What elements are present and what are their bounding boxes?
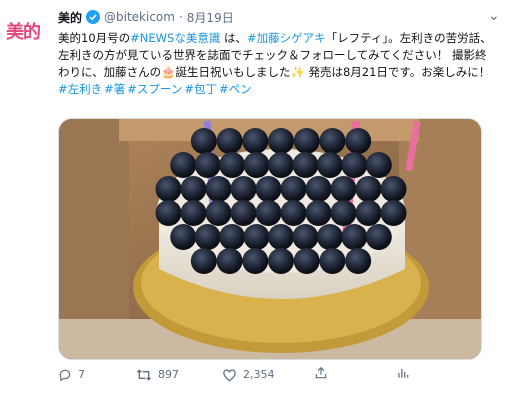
hashtag-link[interactable]: #加藤シゲアキ	[247, 31, 326, 45]
blueberry-shape	[280, 176, 307, 202]
blueberry-shape	[345, 248, 372, 274]
blueberry-shape	[293, 128, 320, 154]
blueberry-shape	[170, 224, 197, 250]
hashtag-link[interactable]: #スプーン	[127, 82, 182, 96]
blueberry-shape	[268, 152, 294, 178]
blueberry-shape	[242, 128, 269, 154]
blueberry-shape	[216, 128, 243, 154]
blueberry-shape	[242, 248, 269, 274]
tweet-text-segment: 美的10月号の	[58, 31, 131, 45]
blueberry-shape	[380, 176, 407, 202]
blueberry-shape	[255, 200, 282, 226]
blueberry-shape	[180, 200, 207, 226]
blueberry-shape	[330, 200, 357, 226]
blueberry-shape	[194, 224, 221, 250]
blueberry-shape	[190, 128, 217, 154]
blueberry-shape	[155, 200, 182, 226]
blueberry-shape	[190, 248, 217, 274]
blueberry-shape	[230, 176, 257, 202]
reply-icon	[59, 369, 71, 382]
tweet-actions: 7 897 2,354	[58, 366, 494, 384]
blueberry-shape	[268, 128, 294, 154]
like-icon	[223, 369, 236, 382]
blueberry-shape	[170, 152, 197, 178]
hashtag-link[interactable]: #ペン	[219, 82, 252, 96]
hashtag-list: #左利き #箸 #スプーン #包丁 #ペン	[58, 81, 494, 98]
retweet-button[interactable]: 897	[136, 366, 179, 384]
left-rail: 美的	[0, 0, 52, 400]
hashtag-link[interactable]: #箸	[104, 82, 125, 96]
tweet-header: 美的 @bitekicom · 8月19日	[58, 8, 494, 26]
blueberry-shape	[316, 152, 343, 178]
reply-count: 7	[78, 368, 85, 381]
retweet-icon	[136, 369, 152, 381]
blueberry-shape	[380, 200, 407, 226]
blueberry-shape	[319, 128, 346, 154]
like-button[interactable]: 2,354	[222, 366, 275, 384]
tweet-photo[interactable]	[58, 118, 482, 360]
handle[interactable]: @bitekicom	[104, 10, 175, 24]
hashtag-link[interactable]: #包丁	[184, 82, 217, 96]
blueberry-shape	[292, 224, 319, 250]
blueberry-shape	[180, 176, 207, 202]
blueberry-shape	[230, 200, 257, 226]
tweet-date[interactable]: 8月19日	[187, 9, 234, 26]
blueberry-shape	[268, 248, 294, 274]
reply-button[interactable]: 7	[58, 366, 85, 384]
blueberry-shape	[255, 176, 282, 202]
tweet-text-segment: ✨	[290, 65, 305, 79]
blueberry-shape	[243, 152, 270, 178]
blueberry-shape	[345, 128, 372, 154]
tweet-text-segment: 🎂	[161, 65, 176, 79]
separator: ·	[178, 10, 183, 24]
verified-badge-icon	[86, 10, 101, 24]
tweet-text-segment: 誕生日祝いもしました	[175, 65, 291, 79]
tweet-text-segment: 発売は8月21日です。お楽しみに！	[304, 65, 491, 79]
blueberry-shape	[268, 224, 294, 250]
blueberry-shape	[316, 224, 343, 250]
blueberry-shape	[365, 152, 392, 178]
tweet-text-segment: は、	[220, 31, 247, 45]
share-icon	[315, 366, 327, 379]
tweet: 美的 @bitekicom · 8月19日 美的10月号の#NEWSな美意識 は…	[58, 8, 494, 98]
blueberry-shape	[205, 200, 232, 226]
blueberry-shape	[355, 176, 382, 202]
share-button[interactable]	[314, 366, 334, 380]
blueberry-shape	[305, 176, 332, 202]
display-name[interactable]: 美的	[58, 9, 82, 26]
blueberry-shape	[194, 152, 221, 178]
blueberry-shape	[365, 224, 392, 250]
blueberry-shape	[219, 224, 246, 250]
blueberry-shape	[292, 152, 319, 178]
blueberry-shape	[293, 248, 320, 274]
tweet-text: 美的10月号の#NEWSな美意識 は、#加藤シゲアキ「レフティ」。左利きの苦労話…	[58, 30, 494, 81]
retweet-count: 897	[158, 368, 179, 381]
hashtag-link[interactable]: #NEWSな美意識	[130, 31, 220, 45]
analytics-button[interactable]	[396, 366, 416, 380]
blueberry-shape	[219, 152, 246, 178]
blueberry-shape	[280, 200, 307, 226]
blueberry-shape	[341, 224, 368, 250]
blueberry-shape	[341, 152, 368, 178]
blueberry-shape	[205, 176, 232, 202]
blueberry-shape	[155, 176, 182, 202]
cake-photo-graphic	[59, 119, 481, 359]
more-options-icon[interactable]: ⌄	[488, 8, 501, 24]
blueberry-shape	[243, 224, 270, 250]
blueberry-shape	[319, 248, 346, 274]
hashtag-link[interactable]: #左利き	[58, 82, 102, 96]
blueberry-shape	[330, 176, 357, 202]
blueberry-shape	[216, 248, 243, 274]
analytics-icon	[398, 368, 409, 378]
like-count: 2,354	[243, 368, 275, 381]
avatar[interactable]: 美的	[6, 18, 50, 48]
blueberry-shape	[305, 200, 332, 226]
blueberry-shape	[355, 200, 382, 226]
